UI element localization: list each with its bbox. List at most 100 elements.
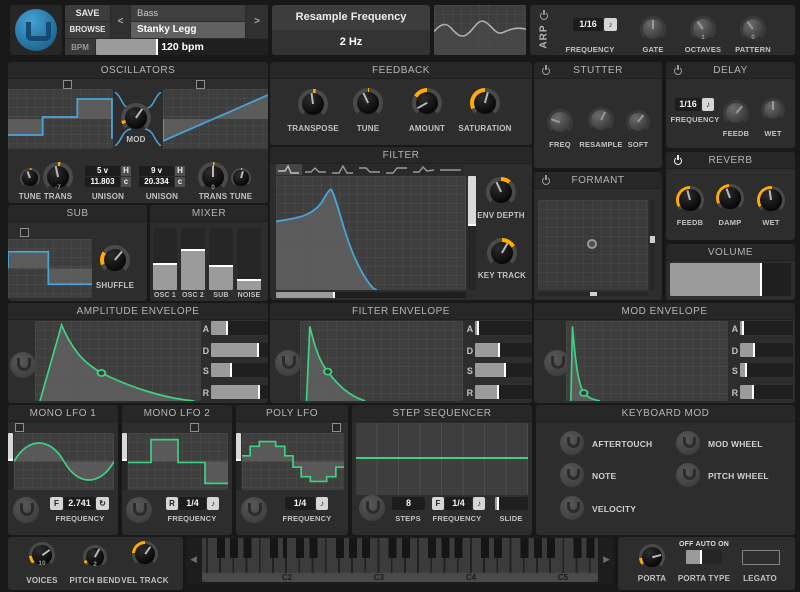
osc2-unison-voices[interactable]: 9 v: [139, 166, 174, 176]
delay-wet-knob[interactable]: [761, 98, 785, 122]
delay-tempo-sync-icon[interactable]: ♪: [702, 98, 714, 111]
filtenv-decay-slider[interactable]: [475, 343, 532, 357]
vel-track-knob[interactable]: [132, 541, 158, 567]
osc2-cents-button[interactable]: c: [175, 177, 185, 187]
filter-type-tab-2[interactable]: [303, 164, 329, 175]
lfo2-amplitude-slider[interactable]: [122, 433, 127, 490]
arp-frequency-value[interactable]: 1/16: [573, 18, 603, 31]
osc1-unison-voices[interactable]: 5 v: [85, 166, 120, 176]
delay-feedback-knob[interactable]: [723, 100, 749, 126]
save-button[interactable]: SAVE: [65, 5, 110, 21]
cross-mod-knob[interactable]: [121, 103, 151, 133]
volume-slider[interactable]: [670, 263, 791, 296]
amp-release-slider[interactable]: [211, 385, 268, 399]
poly-lfo-frequency-value[interactable]: 1/4: [285, 497, 315, 510]
osc1-cents-button[interactable]: c: [121, 177, 131, 187]
patch-bank-label[interactable]: Bass: [131, 5, 245, 21]
formant-power-button[interactable]: [540, 175, 551, 186]
modenv-sustain-slider[interactable]: [740, 363, 793, 377]
keyboard-black-keys[interactable]: [202, 538, 598, 558]
stutter-power-button[interactable]: [540, 65, 551, 76]
modenv-release-slider[interactable]: [740, 385, 793, 399]
step-sequencer-slide-slider[interactable]: [495, 497, 528, 510]
lfo2-retrigger-mode-icon[interactable]: R: [166, 497, 178, 510]
mixer-noise-slider[interactable]: [237, 228, 261, 290]
filtenv-sustain-slider[interactable]: [475, 363, 532, 377]
poly-lfo-waveform-display[interactable]: [242, 433, 344, 490]
lfo2-waveform-display[interactable]: [128, 433, 228, 490]
amplitude-envelope-display[interactable]: [35, 321, 201, 401]
feedback-saturation-knob[interactable]: [470, 88, 500, 118]
filter-type-tab-bandpass[interactable]: [330, 164, 356, 175]
formant-xy-pad[interactable]: [538, 200, 648, 290]
prev-patch-button[interactable]: <: [111, 5, 130, 38]
lfo2-tempo-sync-icon[interactable]: ♪: [207, 497, 219, 510]
filtenv-release-slider[interactable]: [475, 385, 532, 399]
mod-wheel-mod-source-icon[interactable]: [676, 431, 700, 455]
note-mod-source-icon[interactable]: [560, 463, 584, 487]
bpm-slider[interactable]: 120 bpm: [96, 39, 268, 55]
sub-waveform-display[interactable]: [8, 239, 92, 298]
step-sequencer-tempo-sync-icon[interactable]: ♪: [473, 497, 485, 510]
next-patch-button[interactable]: >: [246, 5, 268, 38]
feedback-tune-knob[interactable]: [353, 88, 383, 118]
poly-lfo-mod-source-icon[interactable]: [241, 497, 267, 523]
lfo2-mod-source-icon[interactable]: [126, 497, 152, 523]
arp-power-button[interactable]: [538, 10, 549, 21]
stutter-resample-knob[interactable]: [588, 107, 614, 133]
poly-lfo-amplitude-slider[interactable]: [236, 433, 241, 490]
pitch-wheel-mod-source-icon[interactable]: [676, 463, 700, 487]
arp-tempo-sync-icon[interactable]: ♪: [604, 18, 617, 31]
feedback-amount-knob[interactable]: [412, 88, 442, 118]
filter-response-display[interactable]: [276, 176, 466, 290]
osc2-waveform-checkbox[interactable]: [196, 80, 205, 89]
legato-toggle-button[interactable]: [742, 550, 780, 565]
formant-y-slider[interactable]: [650, 200, 655, 290]
lfo2-frequency-value[interactable]: 1/4: [179, 497, 206, 510]
filter-cutoff-slider[interactable]: [276, 292, 466, 298]
lfo1-frequency-value[interactable]: 2.741: [64, 497, 95, 510]
lfo2-waveform-checkbox[interactable]: [190, 423, 199, 432]
lfo1-waveform-checkbox[interactable]: [15, 423, 24, 432]
osc1-transpose-knob[interactable]: -7: [43, 162, 73, 192]
modenv-attack-slider[interactable]: [740, 321, 793, 335]
mod-envelope-display[interactable]: [566, 321, 728, 401]
filter-type-tab-highpass[interactable]: [384, 164, 410, 175]
osc2-harmonize-button[interactable]: H: [175, 166, 185, 176]
reverb-damp-knob[interactable]: [716, 184, 744, 212]
filter-type-tab-notch[interactable]: [411, 164, 437, 175]
lfo1-frequency-mode-icon[interactable]: F: [50, 497, 63, 510]
osc1-unison-box[interactable]: 5 vH 11.803c: [85, 166, 131, 188]
filter-envelope-display[interactable]: [300, 321, 463, 401]
amplitude-envelope-mod-source-icon[interactable]: [10, 352, 36, 378]
filter-type-tab-lowpass[interactable]: [276, 164, 302, 175]
lfo1-retrigger-icon[interactable]: ↻: [96, 497, 109, 510]
osc2-unison-box[interactable]: 9 vH 20.334c: [139, 166, 185, 188]
reverb-feedback-knob[interactable]: [676, 186, 704, 214]
arp-pattern-knob[interactable]: 0: [740, 16, 766, 42]
osc1-tune-knob[interactable]: [20, 168, 40, 188]
filtenv-attack-slider[interactable]: [475, 321, 532, 335]
keyboard-scroll-right-icon[interactable]: ▶: [603, 554, 610, 565]
osc1-waveform-display[interactable]: [8, 89, 113, 149]
lfo1-mod-source-icon[interactable]: [13, 497, 39, 523]
aftertouch-mod-source-icon[interactable]: [560, 431, 584, 455]
filter-key-track-knob[interactable]: [487, 238, 517, 268]
reverb-power-button[interactable]: [672, 155, 683, 166]
pitch-bend-knob[interactable]: 2: [83, 545, 107, 569]
filter-type-tab-flat[interactable]: [438, 164, 464, 175]
voices-knob[interactable]: 10: [29, 542, 55, 568]
lfo1-amplitude-slider[interactable]: [8, 433, 13, 490]
step-sequencer-frequency-mode-icon[interactable]: F: [432, 497, 444, 510]
osc1-unison-detune[interactable]: 11.803: [85, 177, 120, 187]
arp-octaves-knob[interactable]: 1: [690, 16, 716, 42]
velocity-mod-source-icon[interactable]: [560, 496, 584, 520]
amp-sustain-slider[interactable]: [211, 363, 268, 377]
filter-env-depth-knob[interactable]: [486, 177, 516, 207]
patch-name-label[interactable]: Stanky Legg: [131, 22, 245, 38]
browse-button[interactable]: BROWSE: [65, 22, 110, 38]
modenv-decay-slider[interactable]: [740, 343, 793, 357]
delay-power-button[interactable]: [672, 65, 683, 76]
osc1-harmonize-button[interactable]: H: [121, 166, 131, 176]
reverb-wet-knob[interactable]: [757, 186, 785, 214]
